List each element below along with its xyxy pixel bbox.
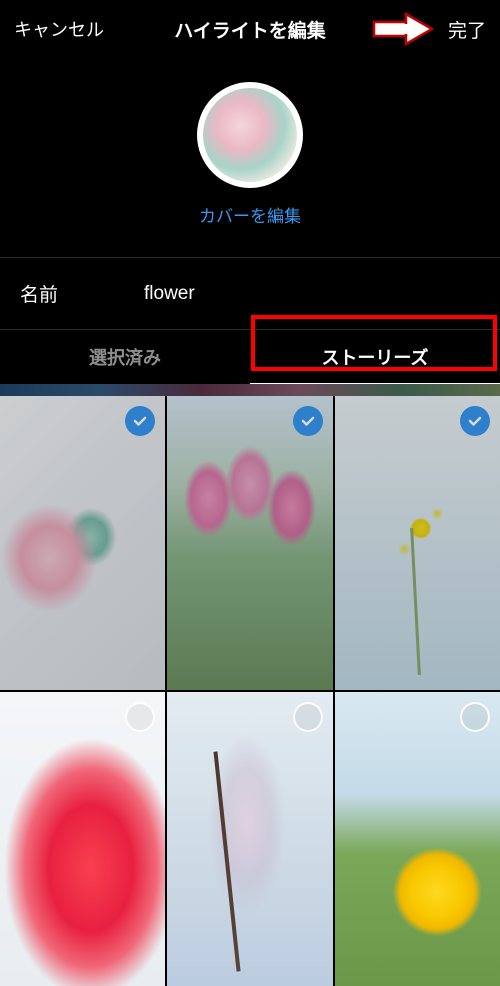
- story-thumbnail[interactable]: [0, 692, 165, 986]
- tab-stories[interactable]: ストーリーズ: [250, 330, 500, 384]
- edit-cover-link[interactable]: カバーを編集: [199, 202, 301, 227]
- tab-selected[interactable]: 選択済み: [0, 330, 250, 384]
- unchecked-circle-icon: [293, 702, 323, 732]
- unchecked-circle-icon: [460, 702, 490, 732]
- annotation-arrow-icon: [370, 10, 434, 48]
- story-thumbnail[interactable]: [167, 692, 332, 986]
- stories-grid: [0, 396, 500, 986]
- cover-image[interactable]: [197, 82, 303, 188]
- page-title: ハイライトを編集: [174, 16, 326, 43]
- story-thumbnail[interactable]: [335, 692, 500, 986]
- story-thumbnail[interactable]: [167, 396, 332, 690]
- preview-strip: [0, 384, 500, 396]
- done-button[interactable]: 完了: [448, 16, 486, 43]
- checkmark-icon: [125, 406, 155, 436]
- story-thumbnail[interactable]: [335, 396, 500, 690]
- cover-section: カバーを編集: [0, 58, 500, 257]
- tabs: 選択済み ストーリーズ: [0, 330, 500, 384]
- name-input[interactable]: [144, 283, 389, 305]
- name-row: 名前: [0, 257, 500, 330]
- unchecked-circle-icon: [125, 702, 155, 732]
- name-label: 名前: [20, 280, 144, 307]
- checkmark-icon: [460, 406, 490, 436]
- checkmark-icon: [293, 406, 323, 436]
- cancel-button[interactable]: キャンセル: [14, 16, 104, 42]
- story-thumbnail[interactable]: [0, 396, 165, 690]
